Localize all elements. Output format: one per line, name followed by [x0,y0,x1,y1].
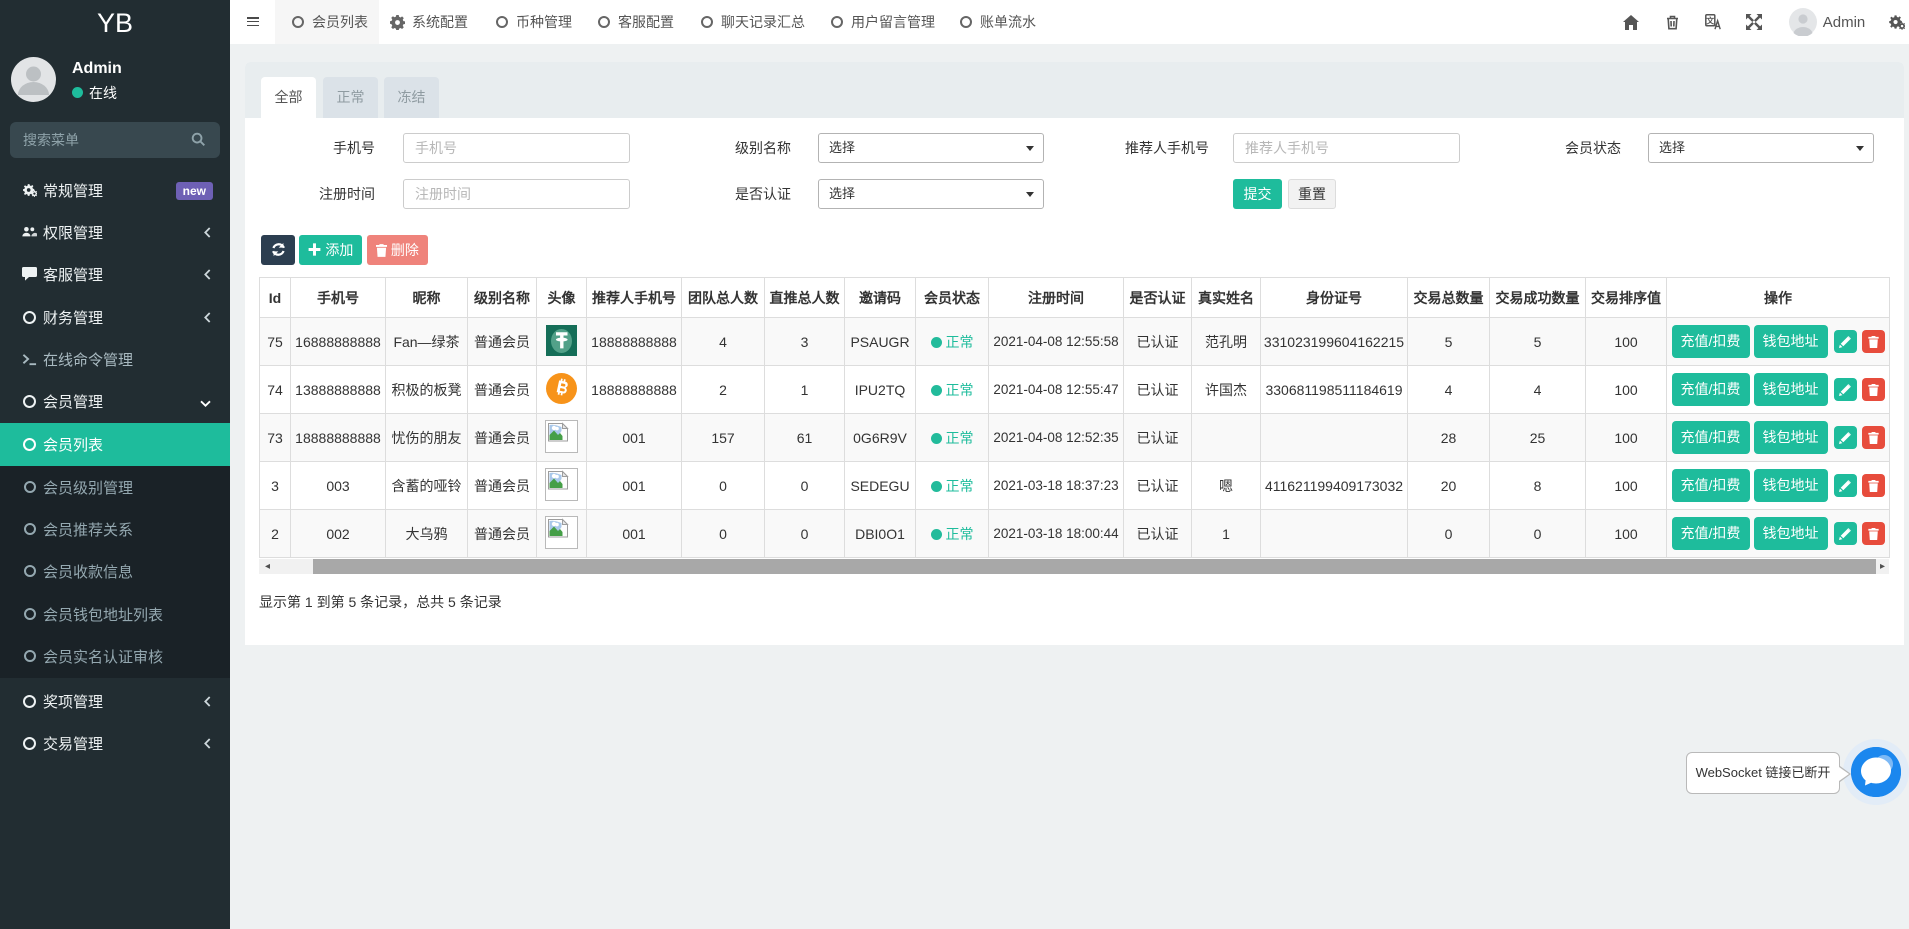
svg-text:文: 文 [1706,16,1715,26]
